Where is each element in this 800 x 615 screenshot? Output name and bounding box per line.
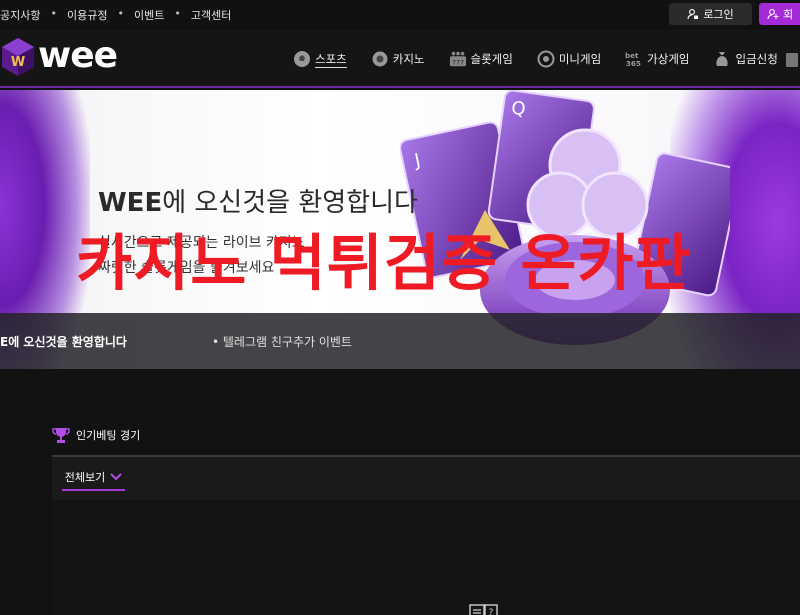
nav-items: 스포츠 카지노 777 슬롯게임 미니게임 bet 365 가상게임 입금신청 (293, 50, 778, 68)
main-nav: W wee 스포츠 카지노 777 슬롯게임 미니게임 bet 365 가상게임 … (0, 30, 800, 88)
panel-body: ? (52, 500, 800, 615)
nav-item-mini[interactable]: 미니게임 (537, 50, 601, 68)
main-content: 인기베팅 경기 전체보기 ? (0, 369, 800, 615)
ticker-message: E에 오신것을 환영합니다 (0, 335, 127, 349)
chip-icon (372, 51, 388, 67)
svg-text:W: W (11, 55, 25, 70)
tab-view-all[interactable]: 전체보기 (62, 464, 125, 491)
top-link-rules[interactable]: 이용규정 (67, 7, 107, 23)
svg-text:Q: Q (510, 98, 527, 121)
login-button[interactable]: 로그인 (669, 3, 752, 25)
coin-icon (537, 50, 555, 68)
nav-label: 스포츠 (315, 51, 347, 68)
top-link-support[interactable]: 고객센터 (191, 7, 231, 23)
separator-dot: • (117, 7, 124, 20)
top-link-event[interactable]: 이벤트 (134, 7, 164, 23)
ticker-message[interactable]: • 텔레그램 친구추가 이벤트 (212, 333, 352, 350)
logo-cube-icon: W (2, 38, 34, 76)
nav-item-virtual[interactable]: bet 365 가상게임 (625, 50, 689, 68)
separator-dot: • (174, 7, 181, 20)
soccer-ball-icon (294, 51, 310, 67)
hero-banner: J Q WEE에 오신것을 환영합니다 실시간으로 제공되는 라이브 카지노 짜… (0, 90, 800, 369)
user-lock-icon (687, 9, 699, 20)
trophy-icon (52, 428, 70, 443)
logo-text: wee (38, 34, 118, 76)
top-link-notice[interactable]: 공지사항 (0, 7, 40, 23)
separator-dot: • (50, 7, 57, 20)
notice-ticker: E에 오신것을 환영합니다 • 텔레그램 친구추가 이벤트 (0, 313, 800, 369)
bet365-icon: bet365 (625, 51, 641, 68)
nav-item-sports[interactable]: 스포츠 (293, 50, 347, 68)
svg-text:777: 777 (451, 59, 463, 66)
section-title-text: 인기베팅 경기 (76, 429, 141, 442)
top-links: 공지사항 • 이용규정 • 이벤트 • 고객센터 (0, 7, 231, 23)
section-title: 인기베팅 경기 (52, 426, 140, 444)
svg-text:365: 365 (626, 59, 641, 68)
slot-777-icon: 777 (449, 51, 466, 66)
top-bar: 공지사항 • 이용규정 • 이벤트 • 고객센터 로그인 회 (0, 0, 800, 30)
money-bag-icon (716, 52, 729, 66)
user-plus-icon (767, 9, 779, 20)
chevron-down-icon (110, 472, 122, 480)
nav-item-casino[interactable]: 카지노 (371, 50, 425, 68)
svg-text:?: ? (489, 608, 494, 615)
nav-label: 미니게임 (558, 52, 602, 66)
login-label: 로그인 (703, 8, 734, 21)
nav-label: 가상게임 (647, 52, 690, 66)
nav-item-slot[interactable]: 777 슬롯게임 (449, 50, 513, 68)
tab-label: 전체보기 (64, 470, 106, 484)
nav-label: 입금신청 (735, 52, 778, 66)
site-logo[interactable]: W wee (0, 34, 118, 78)
join-label: 회 (783, 8, 794, 21)
empty-list-icon: ? (469, 604, 498, 615)
nav-item-deposit[interactable]: 입금신청 (713, 50, 778, 68)
join-button[interactable]: 회 (759, 3, 800, 25)
overlay-watermark-text: 카지노 먹튀검증 온카판 (76, 228, 692, 299)
document-icon[interactable] (784, 52, 800, 68)
nav-label: 슬롯게임 (470, 52, 513, 66)
popular-bets-panel: 전체보기 ? (52, 455, 800, 615)
nav-label: 카지노 (392, 52, 425, 66)
